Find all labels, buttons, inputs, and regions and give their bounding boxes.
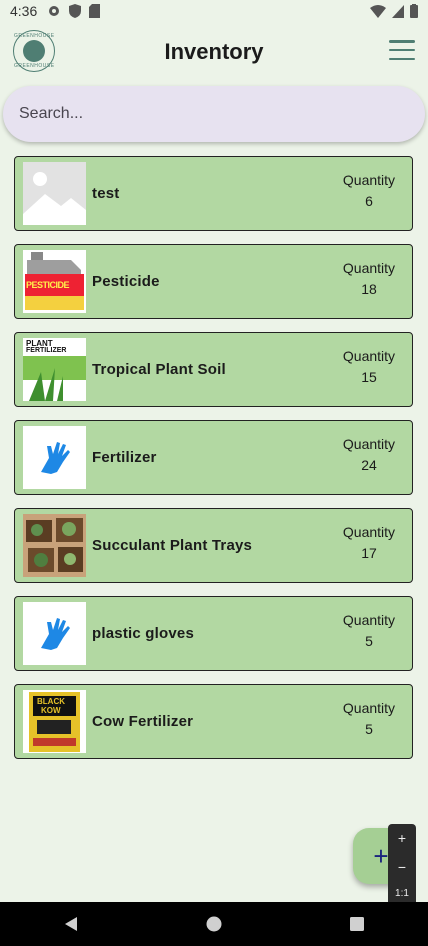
menu-line-icon (389, 57, 415, 60)
signal-icon (392, 4, 404, 18)
pesticide-can-image: PESTICIDE (23, 250, 86, 313)
system-nav-bar (0, 902, 428, 946)
quantity-label: Quantity (342, 524, 396, 540)
quantity-label: Quantity (342, 436, 396, 452)
pesticide-label: PESTICIDE (26, 280, 70, 290)
fertilizer-label-2: FERTILIZER (26, 347, 67, 354)
list-item[interactable]: Succulant Plant Trays Quantity 17 (14, 508, 413, 583)
zoom-out-button[interactable]: − (398, 859, 406, 875)
page-title: Inventory (164, 39, 264, 64)
quantity-value: 24 (361, 457, 377, 473)
quantity-value: 5 (365, 633, 373, 649)
plant-fertilizer-image: PLANT FERTILIZER (23, 338, 86, 401)
quantity-value: 15 (361, 369, 377, 385)
plus-icon: + (373, 840, 389, 871)
recents-icon[interactable] (349, 916, 365, 932)
blue-glove-image (23, 602, 86, 665)
search-input[interactable] (19, 105, 399, 123)
quantity-block: Quantity 5 (339, 700, 399, 737)
quantity-block: Quantity 18 (339, 260, 399, 297)
logo-text-top: GREENHOUSE (14, 33, 55, 39)
item-name: Succulant Plant Trays (92, 537, 253, 554)
list-item[interactable]: PLANT FERTILIZER Tropical Plant Soil Qua… (14, 332, 413, 407)
item-name: Fertilizer (92, 449, 157, 466)
item-name: Cow Fertilizer (92, 713, 194, 730)
quantity-block: Quantity 6 (339, 172, 399, 209)
status-bar: 4:36 (0, 0, 428, 22)
item-name: test (92, 185, 120, 202)
quantity-block: Quantity 5 (339, 612, 399, 649)
battery-icon (410, 4, 418, 18)
menu-line-icon (389, 48, 415, 52)
zoom-ratio-button[interactable]: 1:1 (395, 888, 409, 899)
quantity-value: 6 (365, 193, 373, 209)
hamburger-menu-button[interactable] (389, 40, 415, 60)
list-item[interactable]: plastic gloves Quantity 5 (14, 596, 413, 671)
quantity-block: Quantity 15 (339, 348, 399, 385)
black-kow-label-2: KOW (41, 706, 61, 715)
sd-card-icon (89, 4, 101, 18)
black-kow-label-1: BLACK (37, 697, 65, 706)
list-item[interactable]: Fertilizer Quantity 24 (14, 420, 413, 495)
quantity-value: 18 (361, 281, 377, 297)
back-icon[interactable] (63, 916, 79, 932)
blue-glove-image (23, 426, 86, 489)
quantity-value: 17 (361, 545, 377, 561)
quantity-block: Quantity 24 (339, 436, 399, 473)
quantity-label: Quantity (342, 700, 396, 716)
list-item[interactable]: PESTICIDE Pesticide Quantity 18 (14, 244, 413, 319)
search-bar[interactable] (3, 86, 425, 142)
settings-icon (49, 6, 60, 16)
menu-line-icon (389, 40, 415, 43)
item-name: plastic gloves (92, 625, 195, 642)
quantity-block: Quantity 17 (339, 524, 399, 561)
logo-text-bottom: GREENHOUSE (14, 63, 55, 69)
status-time: 4:36 (10, 3, 38, 19)
home-icon[interactable] (206, 916, 222, 932)
inventory-list: test Quantity 6 PESTICIDE Pesticide Quan… (14, 156, 413, 772)
greenhouse-logo: GREENHOUSE GREENHOUSE (13, 30, 55, 72)
quantity-label: Quantity (342, 612, 396, 628)
shield-icon (69, 4, 82, 18)
black-kow-bag-image: BLACK KOW (23, 690, 86, 753)
list-item[interactable]: BLACK KOW Cow Fertilizer Quantity 5 (14, 684, 413, 759)
zoom-in-button[interactable]: + (398, 830, 406, 846)
wifi-icon (370, 4, 386, 18)
quantity-label: Quantity (342, 172, 396, 188)
app-bar: GREENHOUSE GREENHOUSE Inventory (0, 26, 428, 78)
quantity-value: 5 (365, 721, 373, 737)
placeholder-image-icon (23, 162, 86, 225)
succulent-trays-image (23, 514, 86, 577)
quantity-label: Quantity (342, 348, 396, 364)
item-name: Pesticide (92, 273, 160, 290)
quantity-label: Quantity (342, 260, 396, 276)
list-item[interactable]: test Quantity 6 (14, 156, 413, 231)
greenhouse-logo-emblem (23, 40, 45, 62)
item-name: Tropical Plant Soil (92, 361, 226, 378)
